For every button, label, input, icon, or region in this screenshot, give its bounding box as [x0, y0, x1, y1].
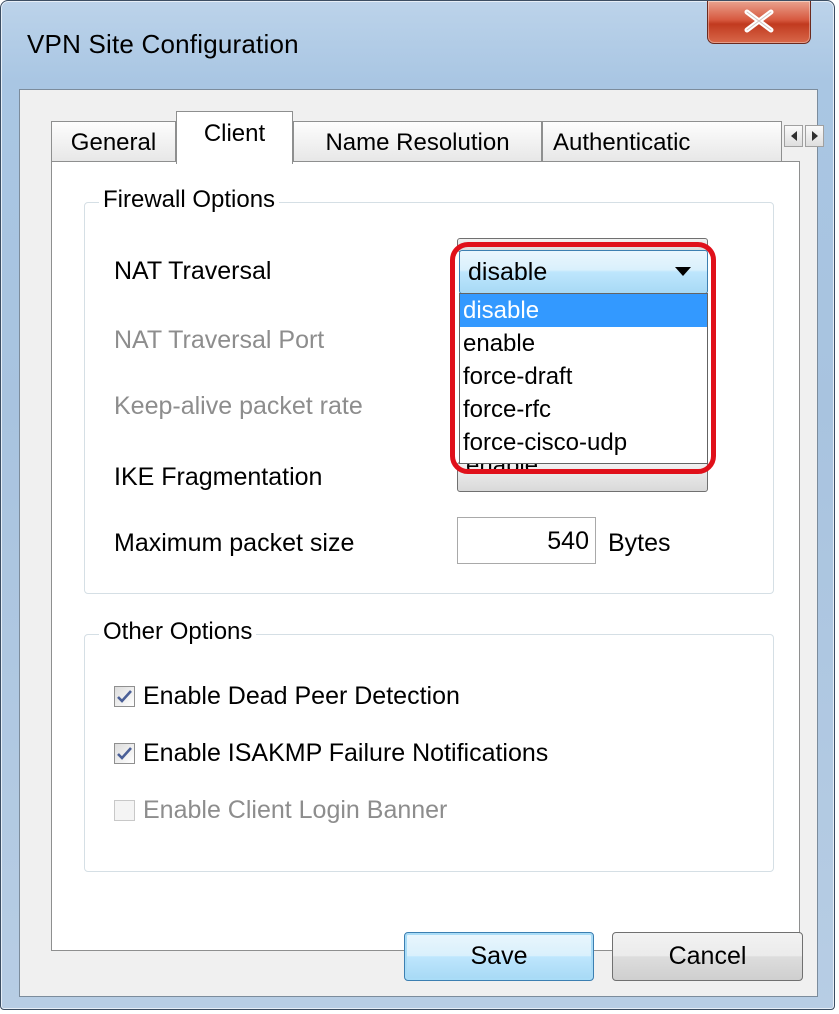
- tab-scroll-arrows: [784, 125, 824, 147]
- client-login-banner-option[interactable]: Enable Client Login Banner: [114, 796, 447, 825]
- vpn-site-configuration-window: VPN Site Configuration General Client Na…: [0, 0, 835, 1010]
- isakmp-failure-checkbox[interactable]: [114, 743, 135, 764]
- tab-general[interactable]: General: [51, 121, 176, 163]
- client-login-banner-label: Enable Client Login Banner: [143, 796, 448, 824]
- dialog-client-area: General Client Name Resolution Authentic…: [19, 89, 824, 997]
- chevron-right-icon: [811, 131, 818, 141]
- max-packet-unit: Bytes: [608, 529, 671, 557]
- tab-client[interactable]: Client: [176, 111, 293, 164]
- isakmp-failure-label: Enable ISAKMP Failure Notifications: [143, 739, 549, 767]
- close-icon: [744, 9, 774, 33]
- close-button[interactable]: [707, 1, 811, 44]
- checkmark-icon: [117, 747, 132, 760]
- screen: VPN Site Configuration General Client Na…: [0, 0, 839, 1014]
- dead-peer-detection-option[interactable]: Enable Dead Peer Detection: [114, 682, 460, 711]
- max-packet-size-input[interactable]: 540: [457, 517, 596, 564]
- dead-peer-detection-label: Enable Dead Peer Detection: [143, 682, 460, 710]
- keepalive-rate-label: Keep-alive packet rate: [114, 392, 363, 420]
- tab-authentication[interactable]: Authenticatic: [542, 121, 782, 163]
- tab-scroll-right-button[interactable]: [805, 125, 824, 147]
- firewall-options-title: Firewall Options: [99, 186, 280, 214]
- cancel-button[interactable]: Cancel: [612, 932, 803, 981]
- chevron-left-icon: [790, 131, 797, 141]
- client-tab-page: Firewall Options NAT Traversal NAT Trave…: [51, 161, 800, 951]
- client-login-banner-checkbox[interactable]: [114, 800, 135, 821]
- tab-scroll-left-button[interactable]: [784, 125, 803, 147]
- other-options-title: Other Options: [99, 618, 257, 646]
- nat-traversal-port-label: NAT Traversal Port: [114, 326, 325, 354]
- save-button[interactable]: Save: [404, 932, 594, 981]
- ike-fragmentation-label: IKE Fragmentation: [114, 463, 323, 491]
- window-title: VPN Site Configuration: [27, 29, 299, 59]
- nat-traversal-label: NAT Traversal: [114, 257, 272, 285]
- isakmp-failure-option[interactable]: Enable ISAKMP Failure Notifications: [114, 739, 548, 768]
- checkmark-icon: [117, 690, 132, 703]
- tab-name-resolution[interactable]: Name Resolution: [293, 121, 542, 163]
- dead-peer-detection-checkbox[interactable]: [114, 686, 135, 707]
- dropdown-highlight-annotation: [450, 242, 716, 474]
- max-packet-size-label: Maximum packet size: [114, 529, 355, 557]
